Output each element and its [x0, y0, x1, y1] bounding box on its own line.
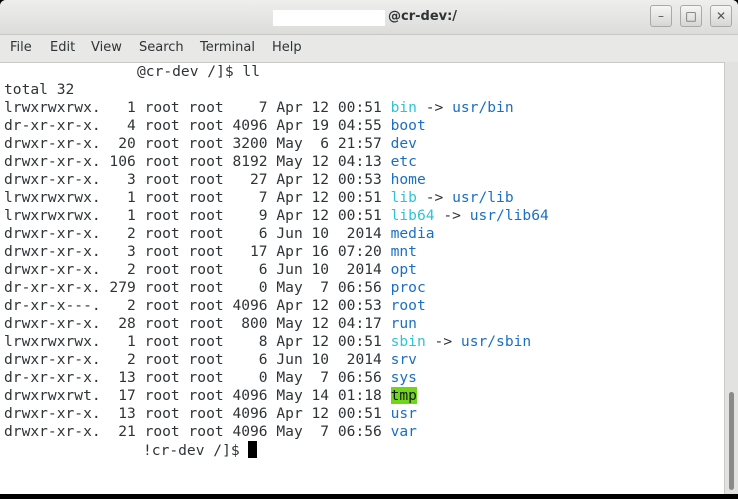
file-row: lrwxrwxrwx. 1 root root 9 Apr 12 00:51 l… [4, 207, 549, 225]
menu-search[interactable]: Search [139, 40, 184, 55]
file-metadata: drwxr-xr-x. 21 root root 4096 May 7 06:5… [4, 423, 391, 440]
file-name: sbin [390, 333, 426, 350]
file-name: dev [390, 135, 417, 152]
file-metadata: dr-xr-xr-x. 279 root root 0 May 7 06:56 [4, 279, 391, 296]
file-row: lrwxrwxrwx. 1 root root 8 Apr 12 00:51 s… [4, 333, 531, 351]
file-name: proc [390, 279, 426, 296]
file-metadata: dr-xr-xr-x. 13 root root 0 May 7 06:56 [4, 369, 391, 386]
file-metadata: lrwxrwxrwx. 1 root root 7 Apr 12 00:51 [4, 99, 391, 116]
file-row: dr-xr-xr-x. 13 root root 0 May 7 06:56 s… [4, 369, 417, 387]
file-metadata: dr-xr-x---. 2 root root 4096 Apr 12 00:5… [4, 297, 391, 314]
file-metadata: drwxr-xr-x. 3 root root 17 Apr 16 07:20 [4, 243, 391, 260]
file-metadata: drwxr-xr-x. 28 root root 800 May 12 04:1… [4, 315, 391, 332]
file-name: lib64 [390, 207, 435, 224]
minimize-button[interactable]: – [650, 5, 672, 27]
menu-edit[interactable]: Edit [50, 40, 75, 55]
file-row: dr-xr-x---. 2 root root 4096 Apr 12 00:5… [4, 297, 426, 315]
file-name: tmp [390, 387, 417, 404]
terminal-output[interactable]: @cr-dev /]$ ll total 32 lrwxrwxrwx. 1 ro… [0, 62, 724, 495]
file-metadata: drwxr-xr-x. 2 root root 6 Jun 10 2014 [4, 351, 391, 368]
file-row: drwxr-xr-x. 20 root root 3200 May 6 21:5… [4, 135, 417, 153]
file-name: usr [390, 405, 417, 422]
file-name: root [390, 297, 426, 314]
file-metadata: lrwxrwxrwx. 1 root root 9 Apr 12 00:51 [4, 207, 391, 224]
symlink-target: usr/bin [452, 99, 514, 116]
file-name: sys [390, 369, 417, 386]
file-row: dr-xr-xr-x. 279 root root 0 May 7 06:56 … [4, 279, 426, 297]
file-name: boot [390, 117, 426, 134]
file-metadata: lrwxrwxrwx. 1 root root 8 Apr 12 00:51 [4, 333, 391, 350]
menu-view[interactable]: View [91, 40, 122, 55]
maximize-icon: □ [685, 9, 697, 23]
file-row: drwxr-xr-x. 21 root root 4096 May 7 06:5… [4, 423, 417, 441]
file-row: lrwxrwxrwx. 1 root root 7 Apr 12 00:51 b… [4, 99, 514, 117]
file-name: opt [390, 261, 417, 278]
current-prompt[interactable]: !cr-dev /]$ [143, 441, 258, 459]
file-name: srv [390, 351, 417, 368]
file-name: lib [390, 189, 417, 206]
symlink-arrow: -> [416, 99, 453, 116]
symlink-arrow: -> [434, 207, 470, 224]
file-row: dr-xr-xr-x. 4 root root 4096 Apr 19 04:5… [4, 117, 426, 135]
menu-bar: File Edit View Search Terminal Help [0, 35, 738, 61]
file-metadata: drwxr-xr-x. 2 root root 6 Jun 10 2014 [4, 261, 391, 278]
file-name: var [390, 423, 417, 440]
vertical-scrollbar[interactable] [724, 62, 738, 494]
command-prompt: @cr-dev /]$ ll [137, 63, 261, 80]
file-metadata: lrwxrwxrwx. 1 root root 7 Apr 12 00:51 [4, 189, 391, 206]
total-line: total 32 [4, 81, 75, 98]
scrollbar-thumb[interactable] [729, 392, 734, 490]
menu-help[interactable]: Help [272, 40, 302, 55]
title-bar[interactable]: @cr-dev:/ – □ ✕ [0, 0, 738, 35]
file-metadata: dr-xr-xr-x. 4 root root 4096 Apr 19 04:5… [4, 117, 391, 134]
file-row: drwxr-xr-x. 3 root root 27 Apr 12 00:53 … [4, 171, 426, 189]
terminal-window: @cr-dev:/ – □ ✕ File Edit View Search Te… [0, 0, 738, 499]
redacted-hostname [273, 10, 385, 26]
file-name: home [390, 171, 426, 188]
symlink-target: usr/lib64 [469, 207, 549, 224]
minimize-icon: – [658, 9, 664, 23]
menu-terminal[interactable]: Terminal [200, 40, 255, 55]
file-row: drwxr-xr-x. 2 root root 6 Jun 10 2014 op… [4, 261, 417, 279]
file-name: media [390, 225, 435, 242]
file-metadata: drwxr-xr-x. 3 root root 27 Apr 12 00:53 [4, 171, 391, 188]
maximize-button[interactable]: □ [680, 5, 702, 27]
symlink-target: usr/lib [452, 189, 514, 206]
symlink-target: usr/sbin [460, 333, 532, 350]
file-row: drwxr-xr-x. 2 root root 6 Jun 10 2014 sr… [4, 351, 417, 369]
file-metadata: drwxr-xr-x. 20 root root 3200 May 6 21:5… [4, 135, 391, 152]
file-row: drwxrwxrwt. 17 root root 4096 May 14 01:… [4, 387, 417, 405]
file-metadata: drwxr-xr-x. 106 root root 8192 May 12 04… [4, 153, 391, 170]
file-name: run [390, 315, 417, 332]
file-metadata: drwxr-xr-x. 13 root root 4096 Apr 12 00:… [4, 405, 391, 422]
text-cursor [248, 441, 258, 458]
file-row: drwxr-xr-x. 28 root root 800 May 12 04:1… [4, 315, 417, 333]
file-row: drwxr-xr-x. 2 root root 6 Jun 10 2014 me… [4, 225, 435, 243]
window-bottom-border [0, 494, 738, 499]
file-name: bin [390, 99, 417, 116]
window-title: @cr-dev:/ [388, 9, 458, 24]
file-name: etc [390, 153, 417, 170]
file-row: lrwxrwxrwx. 1 root root 7 Apr 12 00:51 l… [4, 189, 514, 207]
symlink-arrow: -> [416, 189, 453, 206]
menu-file[interactable]: File [10, 40, 32, 55]
prompt-text: !cr-dev /]$ [143, 442, 249, 459]
close-icon: ✕ [715, 9, 727, 23]
file-name: mnt [390, 243, 417, 260]
symlink-arrow: -> [425, 333, 461, 350]
file-row: drwxr-xr-x. 3 root root 17 Apr 16 07:20 … [4, 243, 417, 261]
file-row: drwxr-xr-x. 13 root root 4096 Apr 12 00:… [4, 405, 417, 423]
file-row: drwxr-xr-x. 106 root root 8192 May 12 04… [4, 153, 417, 171]
file-metadata: drwxrwxrwt. 17 root root 4096 May 14 01:… [4, 387, 391, 404]
close-button[interactable]: ✕ [710, 5, 732, 27]
file-metadata: drwxr-xr-x. 2 root root 6 Jun 10 2014 [4, 225, 391, 242]
